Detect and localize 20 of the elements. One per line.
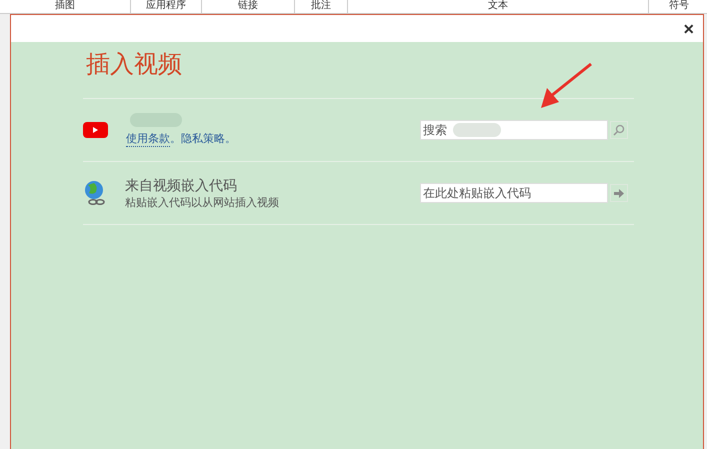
dialog-title: 插入视频 [86,49,182,80]
source-name: 来自视频嵌入代码 [125,176,238,194]
ribbon-group-label: 插图 [0,0,131,13]
embed-code-field[interactable]: 在此处粘贴嵌入代码 [420,183,608,203]
search-icon [613,124,625,136]
globe-link-icon [83,180,107,206]
source-description: 粘贴嵌入代码以从网站插入视频 [125,194,280,210]
ribbon-group-label: 链接 [202,0,295,13]
annotation-arrow [539,62,595,110]
search-button[interactable] [610,121,628,139]
close-button[interactable]: × [680,20,697,38]
arrow-right-icon [614,188,624,198]
insert-button[interactable] [610,184,628,202]
search-field[interactable]: 搜索 [420,120,608,140]
video-play-icon [83,122,108,138]
ribbon-group-label: 符号 [649,0,707,13]
policy-link[interactable]: 隐私策略 [181,131,225,147]
separator-text: 。 [225,131,236,147]
separator-text: 。 [170,131,181,147]
policy-link[interactable]: 使用条款 [126,131,170,147]
